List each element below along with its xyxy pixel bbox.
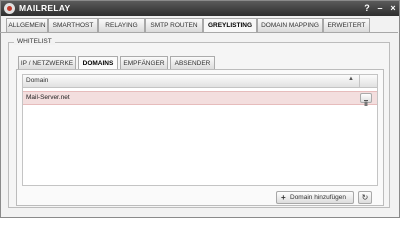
- trash-icon: [364, 100, 368, 106]
- tab-domain-mapping[interactable]: DOMAIN MAPPING: [257, 18, 323, 32]
- domain-grid: Domain ▲ Mail-Server.net: [22, 74, 378, 186]
- tab-smtp-routen[interactable]: SMTP ROUTEN: [145, 18, 203, 32]
- minimize-icon[interactable]: –: [374, 2, 386, 14]
- title-bar[interactable]: MAILRELAY ? – ×: [1, 1, 399, 16]
- subtab-empfaenger[interactable]: EMPFÄNGER: [120, 56, 168, 69]
- add-domain-label: Domain hinzufügen: [290, 194, 347, 201]
- tab-erweitert[interactable]: ERWEITERT: [323, 18, 370, 32]
- subtab-ip-netzwerke[interactable]: IP / NETZWERKE: [18, 56, 76, 69]
- refresh-button[interactable]: ↻: [358, 191, 372, 204]
- grid-header: Domain ▲: [23, 75, 377, 88]
- refresh-icon: ↻: [361, 193, 369, 202]
- plus-icon: +: [281, 193, 286, 202]
- app-icon: [4, 3, 15, 14]
- domain-cell: Mail-Server.net: [26, 94, 70, 101]
- subtab-domains[interactable]: DOMAINS: [78, 56, 118, 70]
- add-domain-button[interactable]: + Domain hinzufügen: [276, 191, 354, 204]
- column-separator: [359, 75, 360, 87]
- column-header-domain[interactable]: Domain: [26, 77, 48, 84]
- tab-greylisting[interactable]: GREYLISTING: [203, 18, 257, 33]
- table-row[interactable]: Mail-Server.net: [23, 91, 377, 106]
- sort-ascending-icon[interactable]: ▲: [348, 76, 354, 82]
- subtab-absender[interactable]: ABSENDER: [170, 56, 215, 69]
- whitelist-legend: WHITELIST: [14, 38, 55, 45]
- window-title: MAILRELAY: [19, 3, 71, 13]
- help-icon[interactable]: ?: [361, 2, 373, 14]
- delete-row-button[interactable]: [360, 93, 372, 106]
- tab-smarthost[interactable]: SMARTHOST: [48, 18, 98, 32]
- close-icon[interactable]: ×: [387, 2, 399, 14]
- tab-divider: [0, 32, 398, 33]
- tab-relaying[interactable]: RELAYING: [98, 18, 145, 32]
- tab-allgemein[interactable]: ALLGEMEIN: [6, 18, 48, 32]
